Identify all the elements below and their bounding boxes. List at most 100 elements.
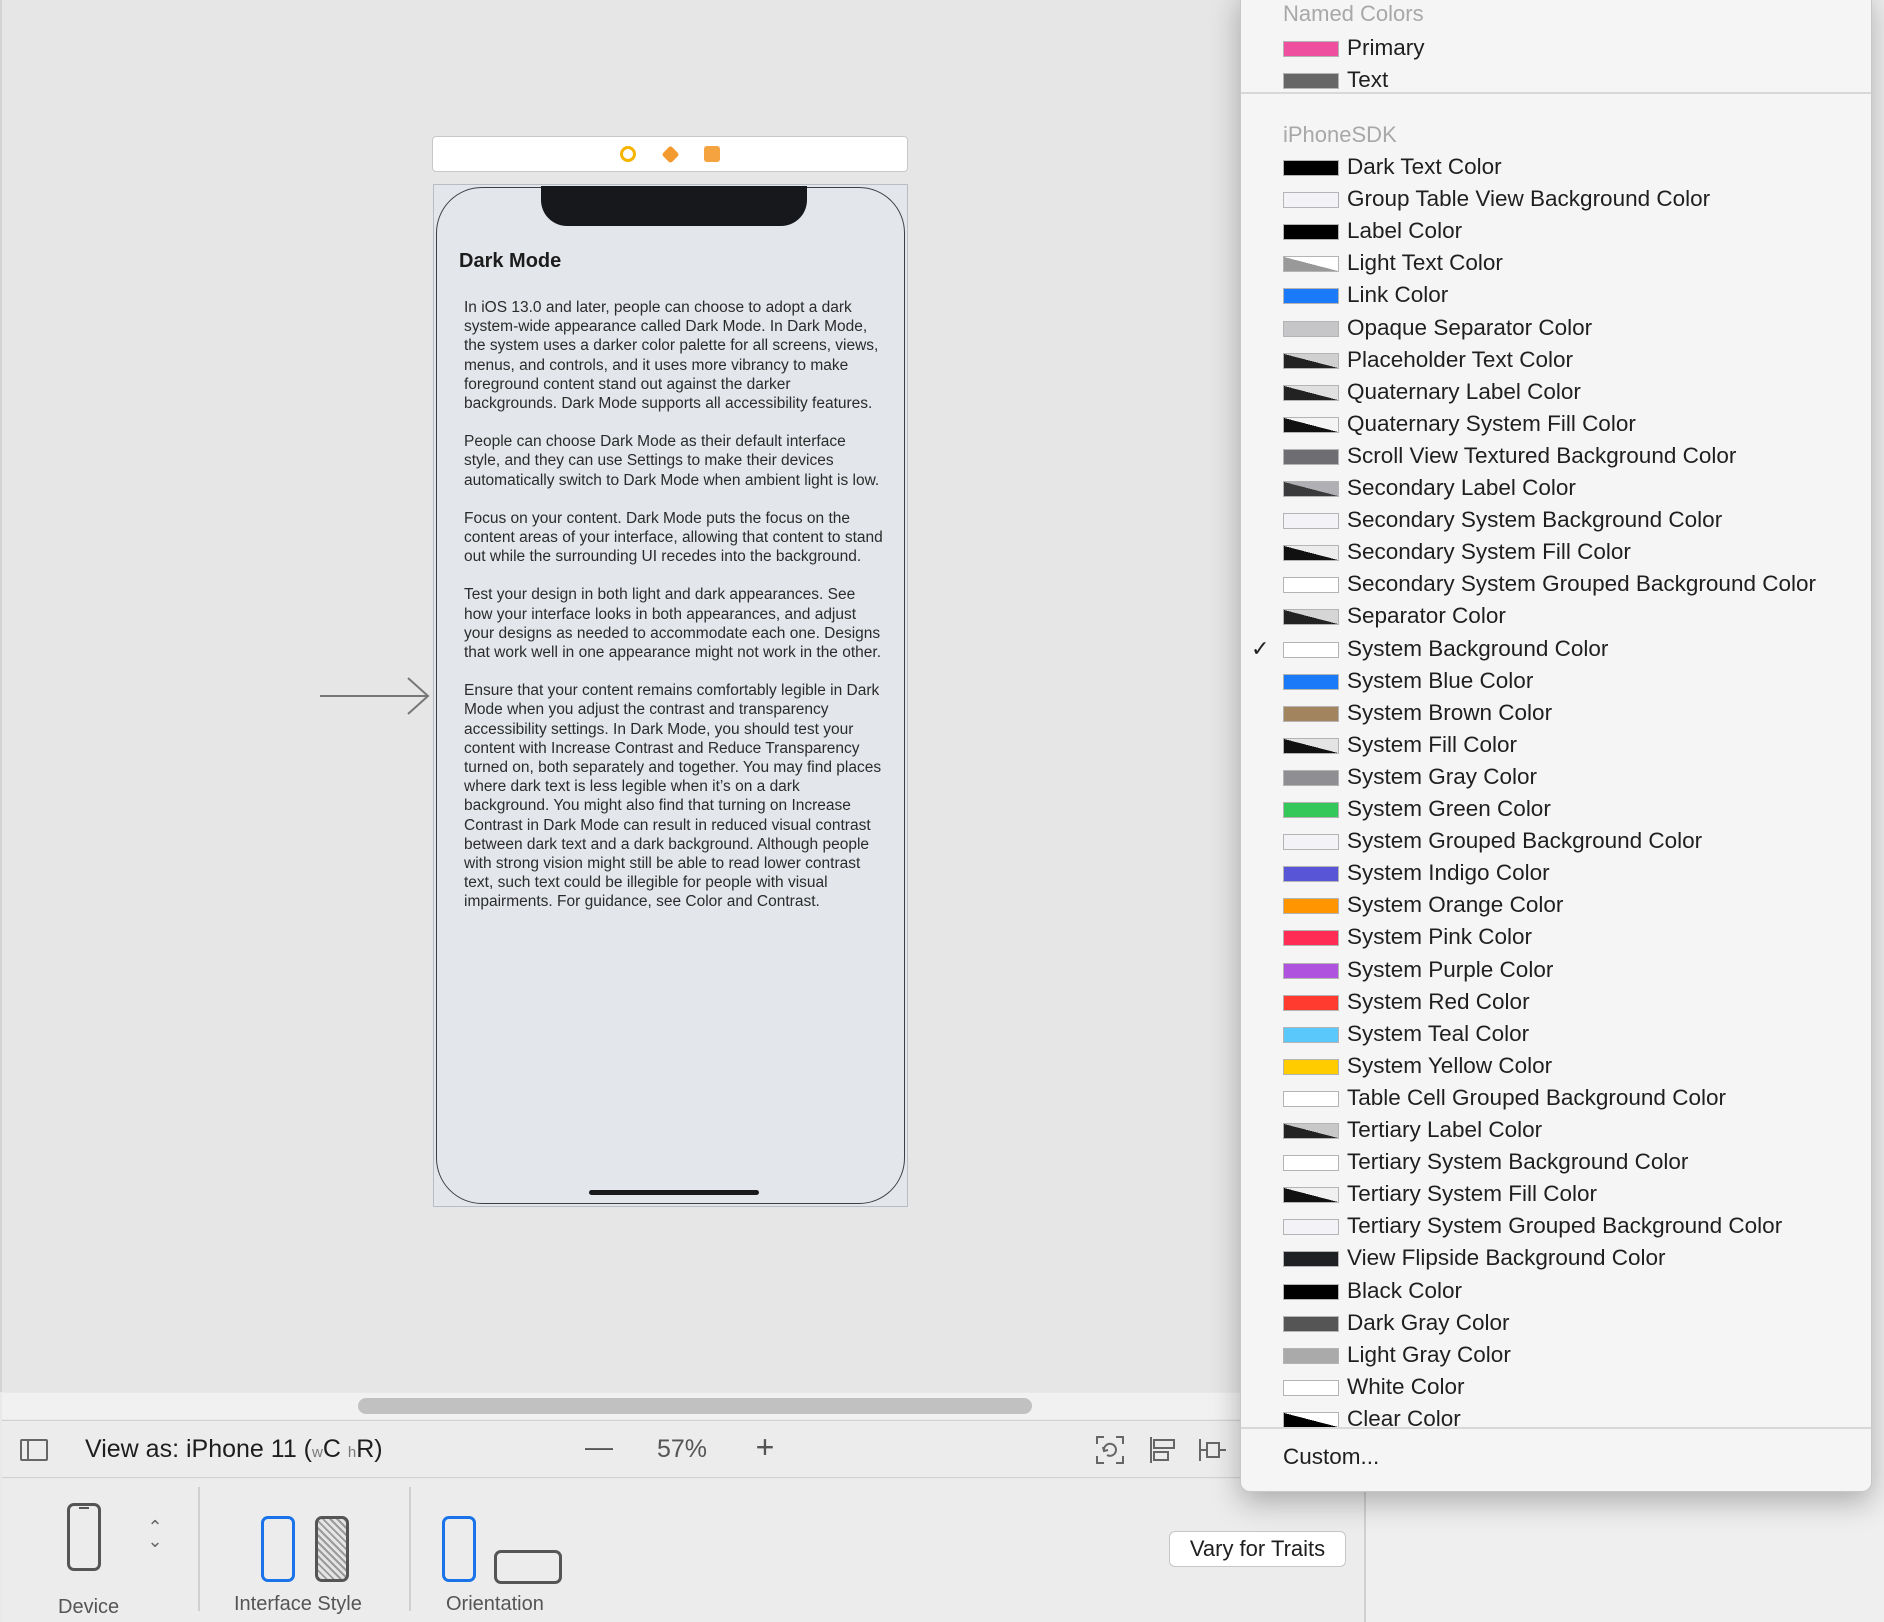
color-menu-item[interactable]: System Fill Color (1241, 730, 1871, 762)
color-swatch (1283, 1123, 1339, 1139)
color-swatch (1283, 994, 1339, 1011)
color-name-label: Table Cell Grouped Background Color (1347, 1084, 1726, 1110)
view-as-label[interactable]: View as: iPhone 11 (wC hR) (85, 1435, 383, 1464)
color-menu-item[interactable]: Opaque Separator Color (1241, 313, 1871, 345)
zoom-in-button[interactable]: + (750, 1431, 780, 1463)
color-swatch (1283, 73, 1339, 90)
color-menu-item[interactable]: System Gray Color (1241, 762, 1871, 794)
color-menu-item[interactable]: System Teal Color (1241, 1019, 1871, 1051)
orientation-label: Orientation (446, 1593, 544, 1615)
color-menu-item[interactable]: System Brown Color (1241, 698, 1871, 730)
scene-title[interactable]: Dark Mode (459, 250, 561, 273)
add-constraints-icon[interactable] (1198, 1435, 1228, 1465)
color-menu-item[interactable]: System Purple Color (1241, 955, 1871, 987)
color-menu-item[interactable]: System Yellow Color (1241, 1051, 1871, 1083)
color-name-label: System Red Color (1347, 988, 1530, 1014)
color-name-label: Tertiary System Grouped Background Color (1347, 1213, 1783, 1239)
landscape-orientation-icon[interactable] (494, 1550, 562, 1584)
color-menu-item[interactable]: Quaternary System Fill Color (1241, 409, 1871, 441)
color-menu-item[interactable]: Secondary Label Color (1241, 473, 1871, 505)
body-paragraph: Ensure that your content remains comfort… (464, 682, 882, 911)
color-menu-item[interactable]: Tertiary Label Color (1241, 1115, 1871, 1147)
color-menu-item[interactable]: Light Text Color (1241, 248, 1871, 280)
dark-appearance-icon[interactable] (315, 1516, 349, 1582)
color-swatch (1283, 1347, 1339, 1364)
color-name-label: Tertiary System Fill Color (1347, 1181, 1598, 1207)
color-swatch (1283, 1411, 1339, 1428)
color-swatch (1283, 1090, 1339, 1107)
entry-point-arrow-icon[interactable] (320, 676, 432, 716)
traits-divider (198, 1487, 200, 1611)
color-name-label: System Blue Color (1347, 667, 1534, 693)
color-menu-item[interactable]: Black Color (1241, 1276, 1871, 1308)
color-menu-item[interactable]: System Blue Color (1241, 666, 1871, 698)
portrait-orientation-icon[interactable] (442, 1516, 476, 1582)
color-menu-item[interactable]: System Red Color (1241, 987, 1871, 1019)
interface-style-label: Interface Style (234, 1593, 362, 1615)
color-menu-item[interactable]: Tertiary System Grouped Background Color (1241, 1211, 1871, 1243)
color-menu-item[interactable]: Primary (1241, 33, 1871, 65)
vary-for-traits-button[interactable]: Vary for Traits (1169, 1531, 1346, 1567)
color-menu-item[interactable]: Secondary System Grouped Background Colo… (1241, 569, 1871, 601)
color-name-label: Quaternary System Fill Color (1347, 410, 1636, 436)
exit-icon[interactable] (702, 144, 722, 164)
color-menu-item[interactable]: Separator Color (1241, 601, 1871, 633)
color-menu-item[interactable]: Tertiary System Fill Color (1241, 1179, 1871, 1211)
color-name-label: System Background Color (1347, 635, 1609, 661)
color-swatch (1283, 1187, 1339, 1204)
color-menu-item[interactable]: Clear Color (1241, 1404, 1871, 1436)
color-menu-item[interactable]: Secondary System Background Color (1241, 505, 1871, 537)
color-menu-item[interactable]: White Color (1241, 1372, 1871, 1404)
zoom-out-button[interactable]: — (584, 1433, 614, 1463)
scene-body-text[interactable]: In iOS 13.0 and later, people can choose… (464, 298, 884, 931)
body-paragraph: Focus on your content. Dark Mode puts th… (464, 509, 883, 566)
body-paragraph: In iOS 13.0 and later, people can choose… (464, 299, 879, 413)
color-name-label: View Flipside Background Color (1347, 1245, 1666, 1271)
color-menu-item[interactable]: System Pink Color (1241, 922, 1871, 954)
color-menu-item[interactable]: ✓ System Background Color (1241, 634, 1871, 666)
color-menu-item[interactable]: Light Gray Color (1241, 1340, 1871, 1372)
color-picker-menu[interactable]: Named Colors Primary Text iPhoneSDK Dark … (1240, 0, 1872, 1492)
color-menu-item[interactable]: Scroll View Textured Background Color (1241, 441, 1871, 473)
document-outline-toggle-icon[interactable] (20, 1439, 48, 1461)
color-menu-item[interactable]: View Flipside Background Color (1241, 1243, 1871, 1275)
device-phone-icon[interactable] (67, 1503, 101, 1571)
color-name-label: Light Text Color (1347, 250, 1503, 276)
color-name-label: System Grouped Background Color (1347, 828, 1703, 854)
horizontal-scrollbar-thumb[interactable] (358, 1398, 1032, 1414)
color-menu-item[interactable]: System Green Color (1241, 794, 1871, 826)
color-swatch (1283, 384, 1339, 401)
color-menu-item[interactable]: Placeholder Text Color (1241, 345, 1871, 377)
color-name-label: Label Color (1347, 218, 1463, 244)
first-responder-icon[interactable] (660, 144, 680, 164)
color-swatch (1283, 545, 1339, 562)
color-menu-item[interactable]: Label Color (1241, 216, 1871, 248)
view-controller-icon[interactable] (618, 144, 638, 164)
update-frames-icon[interactable] (1095, 1435, 1125, 1465)
color-menu-item[interactable]: Dark Text Color (1241, 152, 1871, 184)
color-swatch (1283, 577, 1339, 594)
color-menu-item[interactable]: System Grouped Background Color (1241, 826, 1871, 858)
color-menu-item[interactable]: System Indigo Color (1241, 858, 1871, 890)
color-swatch (1283, 481, 1339, 497)
color-menu-item[interactable]: Group Table View Background Color (1241, 184, 1871, 216)
color-name-label: Group Table View Background Color (1347, 186, 1711, 212)
device-stepper-chevron-icon[interactable]: ⌃ ⌄ (144, 1518, 166, 1550)
color-menu-item[interactable]: Secondary System Fill Color (1241, 537, 1871, 569)
color-menu-item[interactable]: Dark Gray Color (1241, 1308, 1871, 1340)
color-menu-item[interactable]: Link Color (1241, 280, 1871, 312)
align-icon[interactable] (1148, 1435, 1178, 1465)
color-menu-item[interactable]: Table Cell Grouped Background Color (1241, 1083, 1871, 1115)
storyboard-canvas[interactable]: Dark Mode In iOS 13.0 and later, people … (0, 0, 1240, 1392)
color-menu-item[interactable]: System Orange Color (1241, 890, 1871, 922)
color-swatch (1283, 898, 1339, 915)
color-name-label: Black Color (1347, 1277, 1463, 1303)
color-menu-item[interactable]: Quaternary Label Color (1241, 377, 1871, 409)
light-appearance-icon[interactable] (261, 1516, 295, 1582)
color-name-label: Tertiary Label Color (1347, 1117, 1543, 1142)
device-frame[interactable]: Dark Mode In iOS 13.0 and later, people … (433, 184, 908, 1207)
color-menu-item[interactable]: Tertiary System Background Color (1241, 1147, 1871, 1179)
color-swatch (1283, 288, 1339, 305)
custom-color-item[interactable]: Custom... (1283, 1444, 1379, 1470)
color-name-label: System Pink Color (1347, 924, 1533, 950)
